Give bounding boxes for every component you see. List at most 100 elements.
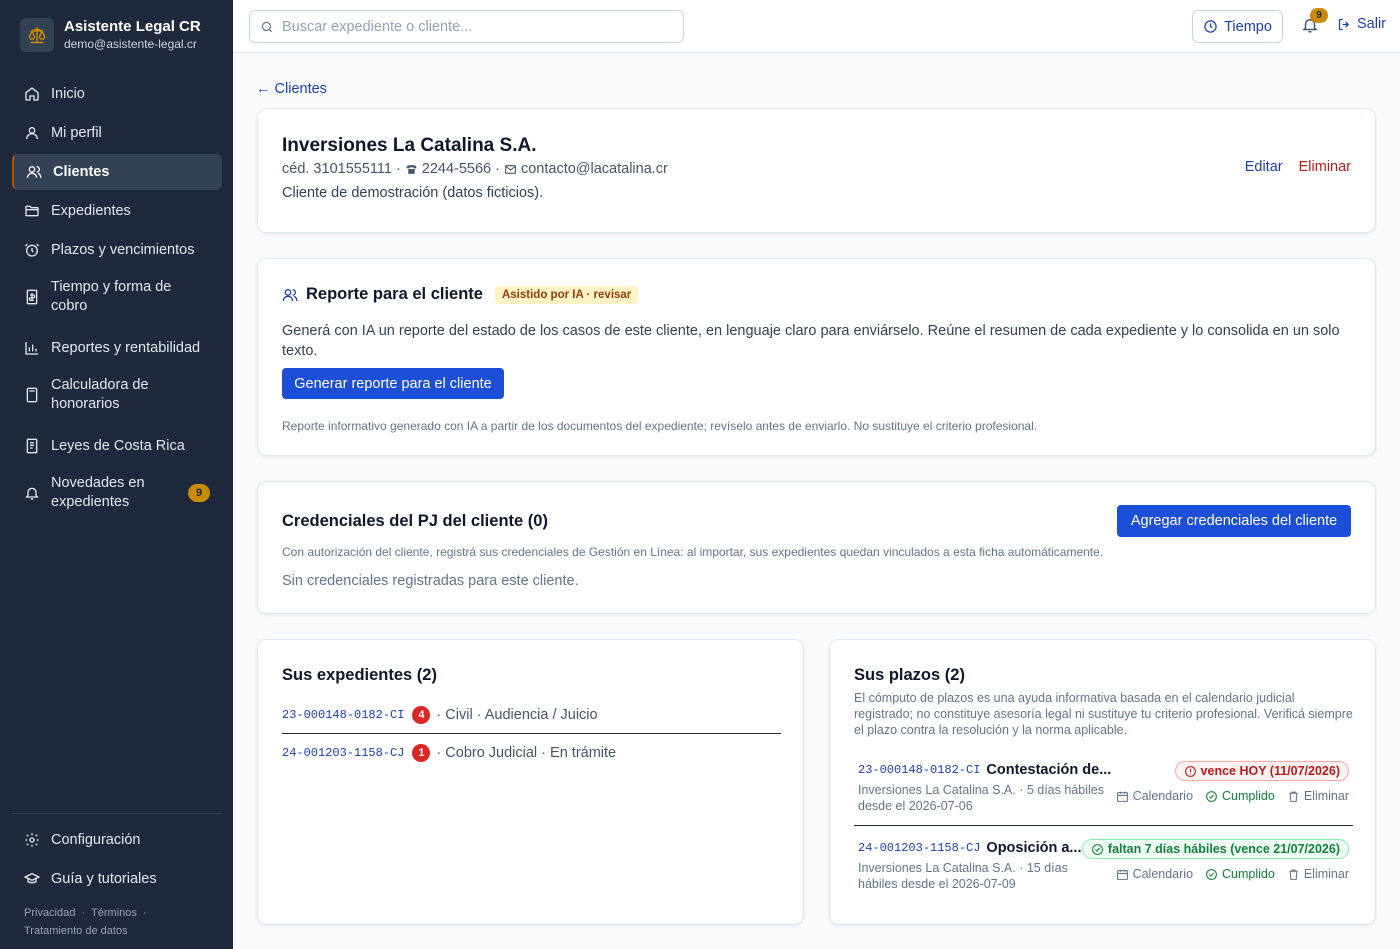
sidebar-item-label: Novedades en expedientes [51,475,145,510]
delete-plazo-button[interactable]: Eliminar [1287,867,1349,881]
sidebar-item-label: Plazos y vencimientos [51,241,195,258]
legal-links: Privacidad · Términos · Tratamiento de dato… [24,904,153,940]
expediente-code-link[interactable]: 24-001203-1158-CJ [282,746,404,760]
plazo-actions: Calendario Cumplido Eliminar [1104,867,1349,881]
sidebar-item-label: Configuración [51,831,141,848]
graduation-cap-icon [24,872,40,884]
plazo-code-link[interactable]: 24-001203-1158-CJ [858,841,980,855]
mark-done-button[interactable]: Cumplido [1205,867,1275,881]
notifications-button[interactable]: 9 [1301,8,1328,37]
check-circle-icon [1206,868,1217,880]
plazo-code-link[interactable]: 23-000148-0182-CI [858,763,980,777]
sidebar-item-tiempo-cobro[interactable]: Tiempo y forma de cobro [12,272,222,322]
search-box[interactable] [249,10,684,43]
clock-icon [1204,20,1217,33]
plazo-subtitle: Inversiones La Catalina S.A. · 5 días há… [858,783,1104,813]
trash-icon [1289,791,1298,802]
privacy-link[interactable]: Privacidad [24,907,75,919]
plazos-card: Sus plazos (2) El cómputo de plazos es u… [829,639,1376,925]
calendar-button[interactable]: Calendario [1116,789,1193,803]
client-phone: 2244-5566 [421,161,492,177]
topbar: Tiempo 9 Salir [233,0,1400,53]
calendar-button[interactable]: Calendario [1116,867,1193,881]
calculator-icon [26,387,38,403]
search-input[interactable] [282,18,662,35]
plazos-note: El cómputo de plazos es una ayuda inform… [854,691,1353,737]
sidebar-item-calculadora[interactable]: Calculadora de honorarios [12,370,222,420]
receipt-icon [26,289,38,305]
edit-client-button[interactable]: Editar [1245,159,1283,175]
credentials-title: Credenciales del PJ del cliente (0) [282,512,548,530]
sidebar-item-guia[interactable]: Guía y tutoriales [12,861,222,897]
check-circle-icon [1092,843,1103,855]
separator: · [81,907,86,919]
calendar-icon [1116,791,1128,802]
delete-label: Eliminar [1303,867,1349,881]
sidebar-item-configuracion[interactable]: Configuración [12,822,222,858]
done-label: Cumplido [1222,789,1275,803]
sidebar-item-label: Expedientes [51,202,131,219]
calendar-icon [1116,869,1128,880]
sidebar-item-reportes[interactable]: Reportes y rentabilidad [12,330,222,366]
add-credentials-button[interactable]: Agregar credenciales del cliente [1117,505,1351,537]
sidebar-item-label: Calculadora de honorarios [51,377,149,412]
sidebar-item-label: Guía y tutoriales [51,870,157,887]
terms-link[interactable]: Términos [91,907,137,919]
report-title: Reporte para el cliente [306,285,483,303]
report-card: Reporte para el cliente Asistido por IA … [257,258,1376,456]
sidebar-item-inicio[interactable]: Inicio [12,76,222,112]
report-description: Generá con IA un reporte del estado de l… [282,323,1340,359]
calendar-label: Calendario [1132,867,1194,881]
generate-report-button[interactable]: Generar reporte para el cliente [282,368,504,399]
expediente-count-badge: 4 [412,706,431,724]
sidebar-item-novedades[interactable]: Novedades en expedientes 9 [12,468,222,518]
client-email: contacto@lacatalina.cr [520,161,668,177]
expediente-count-badge: 1 [412,743,431,762]
client-card: Inversiones La Catalina S.A. céd. 310155… [257,108,1376,233]
sidebar-item-leyes[interactable]: Leyes de Costa Rica [12,428,222,464]
tiempo-button[interactable]: Tiempo [1192,10,1283,43]
client-name: Inversiones La Catalina S.A. [282,135,537,156]
plazo-title[interactable]: Contestación de... [986,762,1111,778]
logout-button[interactable]: Salir [1337,16,1386,32]
list-item[interactable]: 24-001203-1158-CJ 1 · Cobro Judicial · E… [282,734,781,771]
plazo-item: 24-001203-1158-CJ Oposición a... Inversi… [854,839,1353,904]
plazos-title: Sus plazos (2) [854,666,965,684]
delete-plazo-button[interactable]: Eliminar [1287,789,1349,803]
sidebar-item-expedientes[interactable]: Expedientes [12,193,222,229]
plazo-subtitle: Inversiones La Catalina S.A. · 15 días h… [858,861,1068,891]
due-status-pill: faltan 7 días hábiles (vence 21/07/2026) [1081,839,1349,859]
ai-assisted-tag: Asistido por IA · revisar [494,285,639,304]
report-header: Reporte para el cliente Asistido por IA … [282,285,639,304]
mark-done-button[interactable]: Cumplido [1205,789,1275,803]
plazo-actions: Calendario Cumplido Eliminar [1104,789,1349,803]
list-item[interactable]: 23-000148-0182-CI 4 · Civil · Audiencia … [282,697,781,734]
back-to-clients-link[interactable]: ← Clientes [256,81,327,97]
separator: · [395,161,401,177]
due-status-text: faltan 7 días hábiles (vence 21/07/2026) [1107,842,1340,856]
sidebar-item-label: Clientes [53,163,110,180]
sidebar-item-plazos[interactable]: Plazos y vencimientos [12,232,222,268]
sidebar-nav: Inicio Mi perfil Clientes Expedientes Pl… [12,76,222,526]
separator: · [142,907,147,919]
logout-label: Salir [1357,16,1387,32]
delete-client-button[interactable]: Eliminar [1299,159,1351,175]
brand[interactable]: Asistente Legal CR demo@asistente-legal.… [20,18,201,52]
expediente-description: · Cobro Judicial · En trámite [436,744,617,761]
sidebar-item-clientes[interactable]: Clientes [12,154,222,190]
users-icon [26,166,42,179]
bell-icon [25,487,39,500]
sidebar-bottom: Configuración Guía y tutoriales [12,813,222,900]
calendar-label: Calendario [1132,789,1194,803]
sidebar-item-label: Inicio [51,85,85,102]
gear-icon [25,833,39,847]
trash-icon [1289,869,1298,880]
book-icon [26,438,38,454]
sidebar-item-label: Leyes de Costa Rica [51,437,185,454]
search-icon [261,21,273,32]
expediente-code-link[interactable]: 23-000148-0182-CI [282,708,404,722]
sidebar-item-mi-perfil[interactable]: Mi perfil [12,115,222,151]
novedades-count-badge: 9 [188,484,210,502]
plazo-title[interactable]: Oposición a... [986,840,1081,856]
data-treatment-link[interactable]: Tratamiento de datos [24,925,128,937]
